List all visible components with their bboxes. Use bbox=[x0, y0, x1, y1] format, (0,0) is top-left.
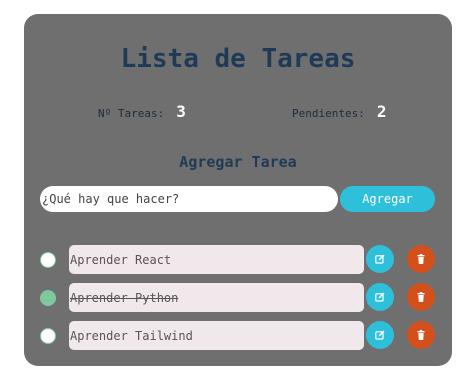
task-row: Aprender React bbox=[24, 245, 452, 275]
task-row: Aprender Python bbox=[24, 283, 452, 313]
pending-count-label: Pendientes: bbox=[292, 107, 365, 120]
task-row: Aprender Tailwind bbox=[24, 321, 452, 351]
trash-icon bbox=[417, 254, 425, 264]
task-item[interactable]: Aprender Tailwind bbox=[69, 321, 364, 350]
edit-icon bbox=[375, 330, 385, 340]
trash-icon bbox=[417, 330, 425, 340]
task-item[interactable]: Aprender React bbox=[69, 245, 364, 274]
add-task-heading: Agregar Tarea bbox=[179, 153, 297, 171]
edit-button[interactable] bbox=[366, 245, 394, 273]
task-item[interactable]: Aprender Python bbox=[69, 283, 364, 312]
delete-button[interactable] bbox=[407, 283, 435, 311]
task-checkbox[interactable] bbox=[40, 290, 56, 306]
trash-icon bbox=[417, 292, 425, 302]
task-checkbox[interactable] bbox=[40, 328, 56, 344]
pending-count: Pendientes: 2 bbox=[292, 102, 387, 121]
add-task-button[interactable]: Agregar bbox=[340, 186, 435, 212]
task-text: Aprender Python bbox=[70, 290, 179, 305]
task-text: Aprender React bbox=[70, 252, 172, 267]
page-title: Lista de Tareas bbox=[120, 44, 356, 74]
edit-icon bbox=[375, 292, 385, 302]
edit-button[interactable] bbox=[366, 283, 394, 311]
task-count-label: Nº Tareas: bbox=[98, 107, 165, 120]
task-text: Aprender Tailwind bbox=[70, 328, 193, 343]
edit-button[interactable] bbox=[366, 321, 394, 349]
delete-button[interactable] bbox=[407, 245, 435, 273]
todo-card: Lista de Tareas Nº Tareas: 3 Pendientes:… bbox=[24, 14, 452, 366]
edit-icon bbox=[375, 254, 385, 264]
delete-button[interactable] bbox=[407, 321, 435, 349]
task-count-value: 3 bbox=[176, 102, 186, 121]
pending-count-value: 2 bbox=[376, 102, 387, 121]
new-task-input[interactable] bbox=[40, 186, 338, 212]
task-checkbox[interactable] bbox=[40, 252, 56, 268]
task-count: Nº Tareas: 3 bbox=[98, 102, 186, 121]
